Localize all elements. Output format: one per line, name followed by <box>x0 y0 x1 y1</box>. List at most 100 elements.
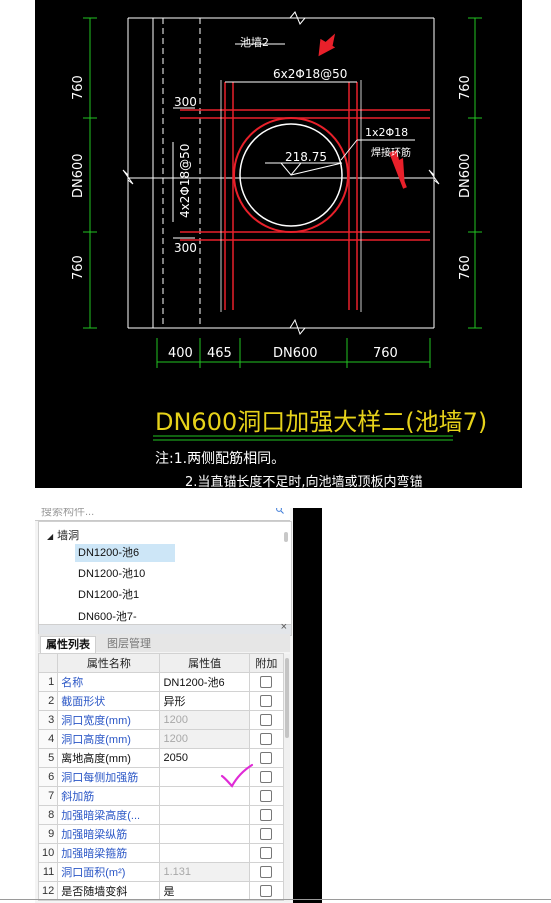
property-value[interactable]: 是 <box>159 881 250 901</box>
extra-checkbox[interactable] <box>260 695 273 708</box>
label-radius: 218.75 <box>285 150 327 164</box>
property-value[interactable] <box>159 805 250 825</box>
property-value[interactable]: 1200 <box>159 710 250 730</box>
component-panel: 搜索构件... ◢ 墙洞 DN1200-池6 DN1200-池10 DN1200-… <box>35 508 293 903</box>
label-300-bottom: 300 <box>174 241 197 255</box>
property-name: 洞口宽度(mm) <box>57 710 161 730</box>
label-ring: 1x2Φ18 <box>365 126 408 139</box>
row-number: 8 <box>37 805 59 825</box>
extra-cell <box>248 843 285 863</box>
label-300-top: 300 <box>174 95 197 109</box>
row-number: 6 <box>37 767 59 787</box>
extra-checkbox[interactable] <box>260 885 273 898</box>
extra-checkbox[interactable] <box>260 847 273 860</box>
dim-left-mid: DN600 <box>71 153 86 198</box>
table-row[interactable]: 10 加强暗梁箍筋 <box>37 843 285 863</box>
table-row[interactable]: 3 洞口宽度(mm) 1200 <box>37 710 285 730</box>
extra-checkbox[interactable] <box>260 752 273 765</box>
table-header-row: 属性名称 属性值 附加 <box>37 653 285 673</box>
dim-bottom-1: 400 <box>168 346 193 361</box>
extra-checkbox[interactable] <box>260 733 273 746</box>
page-bottom-divider <box>0 899 551 900</box>
property-value[interactable]: 1200 <box>159 729 250 749</box>
collapse-triangle-icon[interactable]: ◢ <box>47 532 53 541</box>
row-number: 9 <box>37 824 59 844</box>
table-row[interactable]: 4 洞口高度(mm) 1200 <box>37 729 285 749</box>
property-name: 离地高度(mm) <box>57 748 161 768</box>
dim-left-top: 760 <box>71 75 86 100</box>
tree-root-label: 墙洞 <box>57 530 80 542</box>
table-row[interactable]: 9 加强暗梁纵筋 <box>37 824 285 844</box>
dim-bottom-3: DN600 <box>273 346 318 361</box>
search-placeholder: 搜索构件... <box>41 508 95 518</box>
property-value[interactable] <box>159 843 250 863</box>
extra-checkbox[interactable] <box>260 790 273 803</box>
extra-checkbox[interactable] <box>260 809 273 822</box>
property-name: 是否随墙变斜 <box>57 881 161 901</box>
table-row[interactable]: 2 截面形状 异形 <box>37 691 285 711</box>
extra-cell <box>248 824 285 844</box>
property-name: 加强暗梁纵筋 <box>57 824 161 844</box>
table-row[interactable]: 11 洞口面积(m²) 1.131 <box>37 862 285 882</box>
row-number: 5 <box>37 748 59 768</box>
table-row[interactable]: 8 加强暗梁高度(... <box>37 805 285 825</box>
drawing-note-2: 2.当直锚长度不足时,向池墙或顶板内弯锚 <box>185 474 423 488</box>
tab-layers[interactable]: 图层管理 <box>102 636 156 652</box>
panel-tabs: 属性列表 图层管理 <box>38 634 290 653</box>
table-row[interactable]: 12 是否随墙变斜是 <box>37 881 285 901</box>
property-name: 名称 <box>57 672 161 692</box>
extra-cell <box>248 881 285 901</box>
extra-cell <box>248 729 285 749</box>
property-name: 加强暗梁箍筋 <box>57 843 161 863</box>
scrollbar-thumb[interactable] <box>285 658 289 738</box>
property-name: 斜加筋 <box>57 786 161 806</box>
property-scrollbar[interactable] <box>284 654 290 902</box>
property-value[interactable]: 1.131 <box>159 862 250 882</box>
search-box[interactable]: 搜索构件... <box>35 508 290 521</box>
component-tree: ◢ 墙洞 DN1200-池6 DN1200-池10 DN1200-池1 DN600… <box>38 521 292 626</box>
property-name: 洞口每侧加强筋 <box>57 767 161 787</box>
row-number: 7 <box>37 786 59 806</box>
extra-cell <box>248 710 285 730</box>
property-value[interactable]: DN1200-池6 <box>159 672 250 692</box>
tree-item[interactable]: DN1200-池10 <box>75 565 148 583</box>
extra-cell <box>248 862 285 882</box>
hand-drawn-check-annotation <box>220 763 254 788</box>
property-name: 截面形状 <box>57 691 161 711</box>
property-value[interactable] <box>159 824 250 844</box>
cad-drawing: 池墙2 6x2Φ18@50 300 300 4x2Φ18@50 1x2Φ18 焊… <box>35 0 522 488</box>
tree-item-selected[interactable]: DN1200-池6 <box>75 544 175 562</box>
label-ring-note: 焊接环筋 <box>371 146 411 159</box>
extra-cell <box>248 672 285 692</box>
header-value: 属性值 <box>159 653 250 673</box>
row-number: 3 <box>37 710 59 730</box>
extra-checkbox[interactable] <box>260 714 273 727</box>
property-value[interactable]: 异形 <box>159 691 250 711</box>
dim-right-top: 760 <box>458 75 473 100</box>
extra-checkbox[interactable] <box>260 771 273 784</box>
close-icon[interactable]: × <box>281 621 287 633</box>
tab-properties[interactable]: 属性列表 <box>40 636 96 653</box>
tree-item[interactable]: DN1200-池1 <box>75 586 142 604</box>
extra-checkbox[interactable] <box>260 866 273 879</box>
property-name: 加强暗梁高度(... <box>57 805 161 825</box>
table-row[interactable]: 1 名称 DN1200-池6 <box>37 672 285 692</box>
extra-checkbox[interactable] <box>260 828 273 841</box>
header-num <box>37 653 59 673</box>
header-name: 属性名称 <box>57 653 161 673</box>
property-name: 洞口高度(mm) <box>57 729 161 749</box>
extra-cell <box>248 691 285 711</box>
row-number: 10 <box>37 843 59 863</box>
extra-cell <box>248 805 285 825</box>
label-side-bars: 4x2Φ18@50 <box>178 144 192 218</box>
cad-canvas: 池墙2 6x2Φ18@50 300 300 4x2Φ18@50 1x2Φ18 焊… <box>71 11 487 488</box>
extra-checkbox[interactable] <box>260 676 273 689</box>
search-icon[interactable] <box>276 508 284 514</box>
label-wall: 池墙2 <box>240 35 269 49</box>
tree-root[interactable]: ◢ 墙洞 <box>47 527 79 543</box>
tree-scrollbar[interactable] <box>284 532 288 542</box>
row-number: 12 <box>37 881 59 901</box>
row-number: 4 <box>37 729 59 749</box>
dim-right-mid: DN600 <box>458 153 473 198</box>
row-number: 1 <box>37 672 59 692</box>
